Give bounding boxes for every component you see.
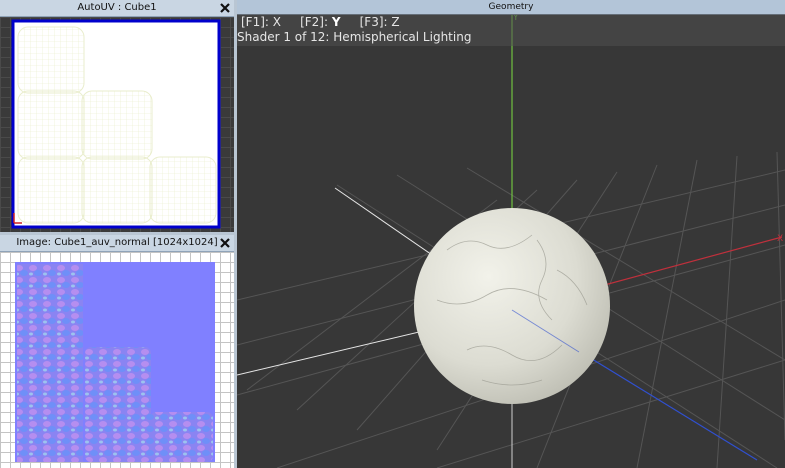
uv-island	[149, 156, 217, 224]
shortcut-key-x[interactable]: [F1]	[241, 15, 265, 29]
image-panel: Image: Cube1_auv_normal [1024x1024]	[0, 235, 234, 468]
shortcut-key-z[interactable]: [F3]	[360, 15, 384, 29]
shortcut-axis-y: Y	[331, 15, 341, 29]
sphere-mesh	[414, 208, 610, 404]
shortcut-axis-x: X	[272, 15, 281, 29]
axis-shortcut-row: [F1]: X [F2]: Y [F3]: Z	[241, 15, 400, 29]
viewport-info-overlay: [F1]: X [F2]: Y [F3]: Z Shader 1 of 12: …	[237, 14, 785, 46]
autouv-titlebar[interactable]: AutoUV : Cube1	[0, 0, 234, 17]
uv-island	[17, 26, 85, 94]
axis-x-label: X	[777, 234, 783, 244]
image-canvas[interactable]	[0, 252, 234, 468]
shader-info: Shader 1 of 12: Hemispherical Lighting	[237, 30, 472, 44]
geometry-titlebar[interactable]: Geometry	[237, 0, 785, 15]
image-title: Image: Cube1_auv_normal [1024x1024]	[16, 237, 218, 248]
autouv-title: AutoUV : Cube1	[77, 2, 157, 13]
autouv-panel: AutoUV : Cube1	[0, 0, 234, 232]
uv-editor-canvas[interactable]	[0, 17, 234, 232]
viewport-3d[interactable]: Y X	[237, 0, 785, 468]
close-icon[interactable]	[218, 1, 232, 15]
geometry-viewport[interactable]: Y X Geometry [F1]: X [F2]: Y [F3]: Z Sha…	[237, 0, 785, 468]
uv-island	[17, 90, 85, 160]
uv-layout	[11, 19, 221, 229]
uv-island	[17, 156, 85, 224]
shortcut-axis-z: Z	[391, 15, 400, 29]
geometry-title: Geometry	[488, 2, 534, 12]
shortcut-key-y[interactable]: [F2]	[300, 15, 324, 29]
normal-map-image	[15, 262, 215, 462]
close-icon[interactable]	[218, 236, 232, 250]
uv-island	[81, 90, 153, 160]
image-titlebar[interactable]: Image: Cube1_auv_normal [1024x1024]	[0, 235, 234, 252]
uv-island	[81, 156, 153, 224]
